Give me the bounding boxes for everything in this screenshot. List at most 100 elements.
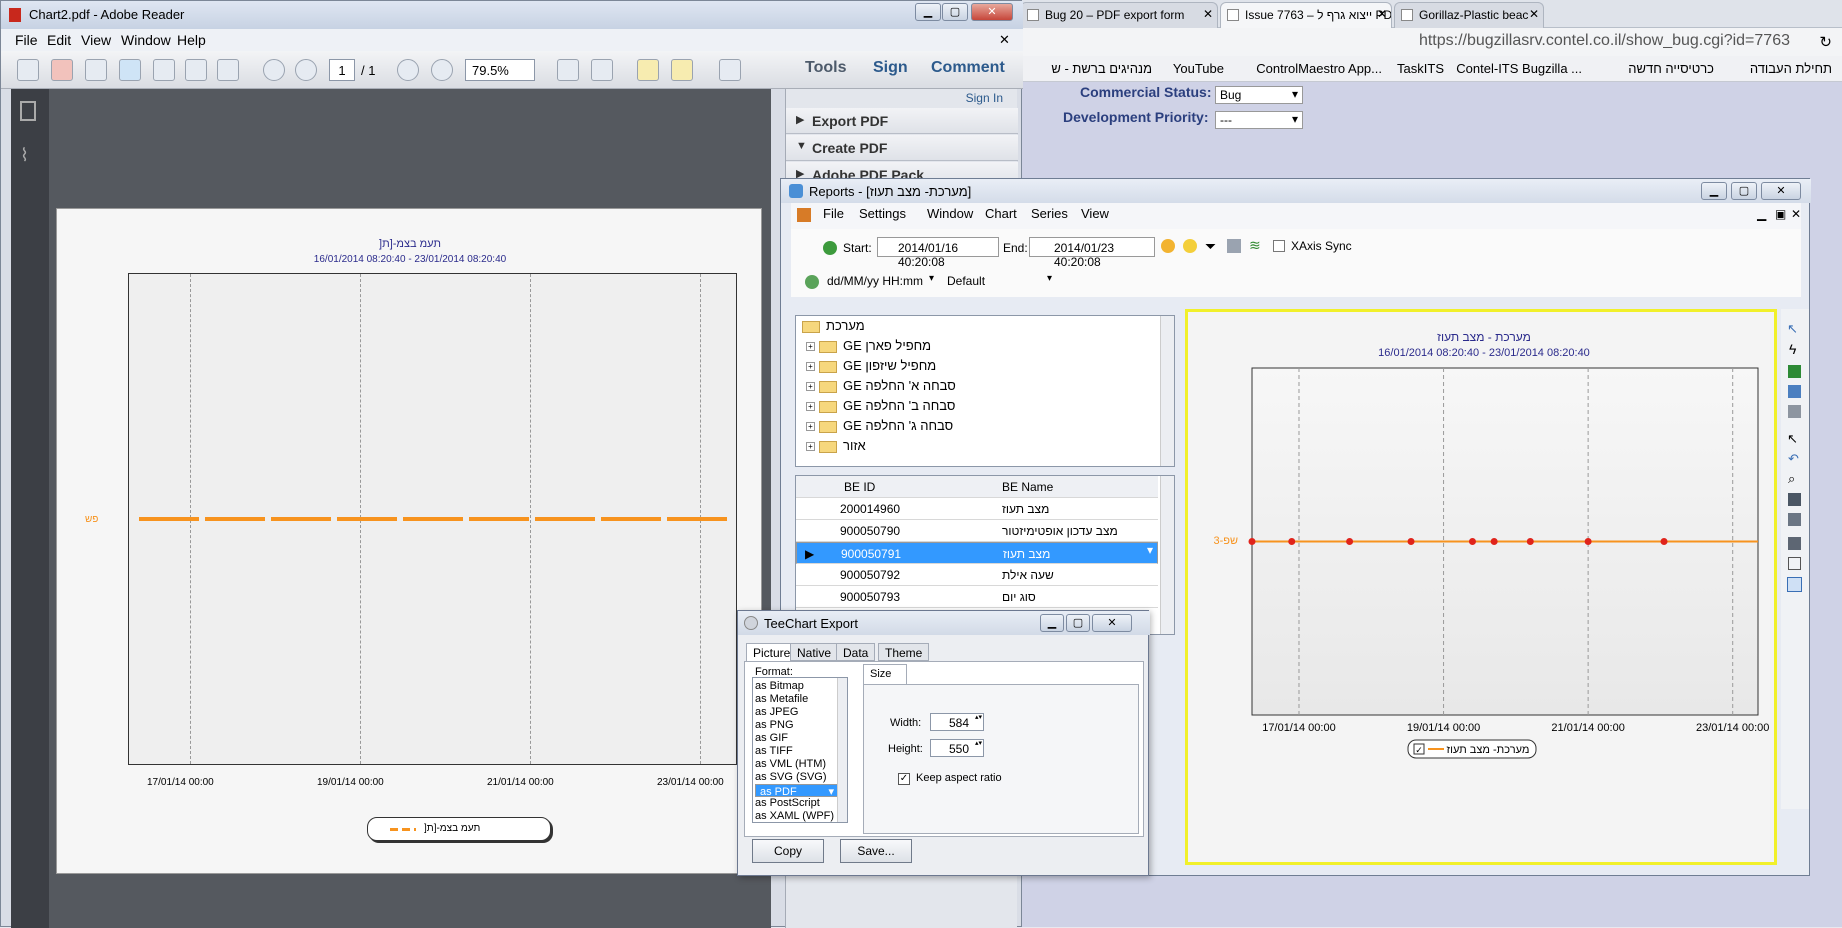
table-row[interactable]: 900050790 מצב עדכון אופטימיזטור — [796, 520, 1158, 542]
menu-window[interactable]: Window — [927, 206, 973, 221]
expand-icon[interactable]: + — [806, 362, 815, 372]
attachment-icon[interactable]: ⌇ — [20, 145, 29, 166]
lightning-icon[interactable]: ϟ — [1789, 341, 1796, 357]
zoom-in-icon[interactable] — [431, 59, 453, 81]
maximize-button[interactable]: ▢ — [1731, 182, 1757, 200]
format-item[interactable]: as XAML (WPF) — [755, 810, 839, 823]
filter-icon[interactable]: ⏷ — [1205, 238, 1216, 255]
child-restore-icon[interactable]: ▣ — [1775, 207, 1786, 221]
format-item[interactable]: as Metafile — [755, 693, 839, 706]
width-input[interactable]: 584 — [930, 713, 984, 731]
tree-item[interactable]: + GE סבחה ב' החלפה — [806, 398, 955, 418]
chevron-down-icon[interactable]: ▾ — [1047, 273, 1052, 284]
page-icon[interactable] — [1788, 557, 1801, 570]
date-format-select[interactable]: dd/MM/yy HH:mm — [825, 271, 941, 291]
start-date-input[interactable]: 2014/01/16 40:20:08 — [877, 237, 999, 269]
pane-export-pdf[interactable]: ▶ Export PDF — [786, 108, 1018, 134]
tab-native[interactable]: Native — [790, 643, 839, 661]
sign-pen-icon[interactable] — [671, 59, 693, 81]
grid-scrollbar[interactable] — [1160, 476, 1174, 634]
development-priority-select[interactable]: --- — [1215, 111, 1303, 129]
close-button[interactable]: ✕ — [1092, 614, 1132, 632]
pointer-icon[interactable]: ↖ — [1787, 321, 1798, 337]
excel-icon[interactable] — [1788, 365, 1801, 378]
menu-window[interactable]: Window — [121, 32, 171, 48]
copy-icon[interactable] — [1788, 493, 1801, 506]
format-item[interactable]: as Bitmap — [755, 680, 839, 693]
email-icon[interactable] — [217, 59, 239, 81]
sign-button[interactable]: Sign — [873, 59, 908, 77]
wifi-icon[interactable]: ≋ — [1249, 237, 1261, 254]
table-row[interactable]: 900050793 סוג יום — [796, 586, 1158, 608]
prev-page-icon[interactable] — [263, 59, 285, 81]
keep-aspect-checkbox[interactable]: ✓ — [898, 773, 910, 785]
open-icon[interactable] — [17, 59, 39, 81]
edit-pdf-icon[interactable] — [85, 59, 107, 81]
table-row-selected[interactable]: ▶ 900050791 מצב תעוז — [796, 542, 1158, 564]
tab-theme[interactable]: Theme — [878, 643, 930, 661]
close-button[interactable]: ✕ — [1761, 182, 1801, 200]
maximize-button[interactable]: ▢ — [1066, 614, 1090, 632]
address-bar[interactable]: https://bugzillasrv.contel.co.il/show_bu… — [1010, 28, 1842, 56]
minimize-button[interactable]: ▁ — [1040, 614, 1064, 632]
sign-in-link[interactable]: Sign In — [966, 91, 1003, 105]
fit-width-icon[interactable] — [591, 59, 613, 81]
menu-file[interactable]: File — [15, 32, 38, 48]
browser-tab-gorillaz[interactable]: Gorillaz-Plastic beac ✕ — [1394, 2, 1544, 28]
pages-icon[interactable] — [20, 101, 36, 121]
close-button[interactable]: ✕ — [971, 3, 1013, 21]
reload-icon[interactable]: ↻ — [1819, 33, 1832, 51]
entity-tree[interactable]: מערכת + GE מחפיל פארן + GE מחפיל שיזפון + G… — [795, 315, 1175, 467]
export-icon[interactable] — [1788, 385, 1801, 398]
save-icon[interactable] — [1227, 239, 1241, 253]
clock-icon[interactable] — [1183, 239, 1197, 253]
url-text[interactable]: https://bugzillasrv.contel.co.il/show_bu… — [1419, 32, 1790, 50]
zoom-out-icon[interactable] — [397, 59, 419, 81]
print-icon[interactable] — [1788, 405, 1801, 418]
expand-icon[interactable] — [719, 59, 741, 81]
format-item[interactable]: as SVG (SVG) — [755, 771, 839, 784]
format-list-scrollbar[interactable] — [837, 678, 847, 822]
format-item[interactable]: as PNG — [755, 719, 839, 732]
fit-page-icon[interactable] — [557, 59, 579, 81]
tree-item[interactable]: + אזור — [806, 438, 866, 458]
format-item[interactable]: as PostScript — [755, 797, 839, 810]
menu-help[interactable]: Help — [177, 32, 206, 48]
tree-scrollbar[interactable] — [1160, 316, 1174, 466]
bookmark-youtube[interactable]: YouTube — [1173, 61, 1224, 76]
save-icon[interactable] — [153, 59, 175, 81]
browser-tab-bug20[interactable]: Bug 20 – PDF export form ✕ — [1020, 2, 1218, 28]
create-pdf-icon[interactable] — [51, 59, 73, 81]
menu-view[interactable]: View — [81, 32, 111, 48]
xaxis-sync-checkbox[interactable] — [1273, 240, 1285, 252]
tools-button[interactable]: Tools — [805, 59, 846, 77]
tree-item[interactable]: + GE סבחה א' החלפה — [806, 378, 956, 398]
expand-icon[interactable]: + — [806, 442, 815, 452]
menu-view[interactable]: View — [1081, 206, 1109, 221]
pane-create-pdf[interactable]: ▼ Create PDF — [786, 135, 1018, 161]
bookmark-leaders[interactable]: מנהיגים ברשת - ש — [1051, 61, 1152, 76]
close-icon[interactable]: ✕ — [1203, 7, 1213, 21]
format-item-selected[interactable]: as PDF — [755, 784, 839, 798]
expand-icon[interactable]: + — [806, 402, 815, 412]
menu-file[interactable]: File — [823, 206, 844, 221]
layers-icon[interactable] — [1788, 513, 1801, 526]
child-close-icon[interactable]: ✕ — [1791, 207, 1801, 221]
expand-icon[interactable]: + — [806, 342, 815, 352]
bookmark-start[interactable]: תחילת העבודה — [1750, 61, 1832, 76]
close-icon[interactable]: ✕ — [1529, 7, 1539, 21]
height-input[interactable]: 550 — [930, 739, 984, 757]
tree-root[interactable]: מערכת — [798, 318, 865, 338]
end-date-input[interactable]: 2014/01/23 40:20:08 — [1029, 237, 1155, 269]
menu-series[interactable]: Series — [1031, 206, 1068, 221]
delete-icon[interactable] — [1788, 537, 1801, 550]
chevron-down-icon[interactable]: ▾ — [929, 273, 934, 284]
expand-icon[interactable]: + — [806, 422, 815, 432]
bookmark-bugzilla[interactable]: Contel-ITS Bugzilla ... — [1456, 61, 1582, 76]
format-item[interactable]: as TIFF — [755, 745, 839, 758]
child-minimize-icon[interactable]: ▁ — [1757, 207, 1766, 221]
menu-settings[interactable]: Settings — [859, 206, 906, 221]
column-header-name[interactable]: BE Name — [1002, 480, 1053, 494]
close-document-icon[interactable]: ✕ — [999, 32, 1010, 48]
format-item[interactable]: as VML (HTM) — [755, 758, 839, 771]
